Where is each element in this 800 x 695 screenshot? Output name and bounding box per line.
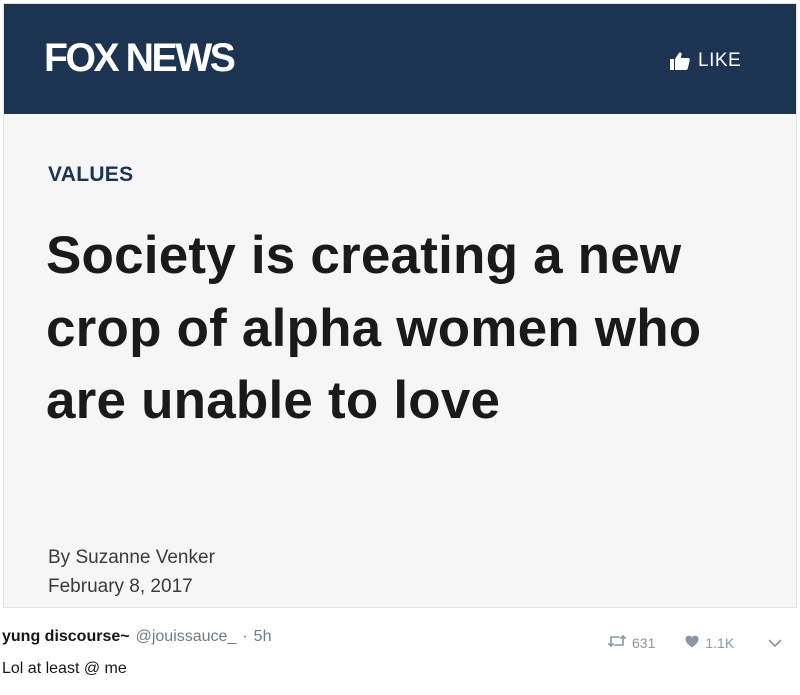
tweet-meta: yung discourse~ @jouissauce_ · 5h (2, 628, 271, 646)
retweet-icon (608, 634, 626, 651)
article-headline[interactable]: Society is creating a new crop of alpha … (46, 220, 776, 438)
heart-icon (685, 635, 699, 651)
retweet-count: 631 (632, 634, 656, 651)
brand-logo: FOX NEWS (44, 36, 236, 80)
tweet-actions: 631 1.1K (608, 634, 782, 651)
like-count: 1.1K (705, 634, 735, 651)
article-byline: By Suzanne Venker (48, 547, 215, 568)
chevron-down-icon (768, 635, 782, 651)
section-label[interactable]: VALUES (48, 163, 133, 187)
article-date: February 8, 2017 (48, 576, 193, 597)
tweet-display-name[interactable]: yung discourse~ (2, 628, 130, 646)
tweet-handle[interactable]: @jouissauce_ (136, 628, 237, 646)
article-header: FOX NEWS LIKE (4, 4, 796, 114)
tweet-timestamp[interactable]: 5h (254, 628, 272, 646)
like-label: LIKE (698, 50, 742, 71)
like-tweet-button[interactable]: 1.1K (685, 635, 734, 651)
more-options-button[interactable] (768, 635, 782, 651)
like-button[interactable]: LIKE (670, 50, 741, 72)
thumbs-up-icon (670, 52, 690, 70)
tweet-separator: · (242, 628, 248, 645)
article-card[interactable]: FOX NEWS LIKE VALUES Society is creating… (3, 3, 797, 608)
retweet-button[interactable]: 631 (608, 634, 655, 651)
tweet-text: Lol at least @ me (2, 660, 127, 677)
